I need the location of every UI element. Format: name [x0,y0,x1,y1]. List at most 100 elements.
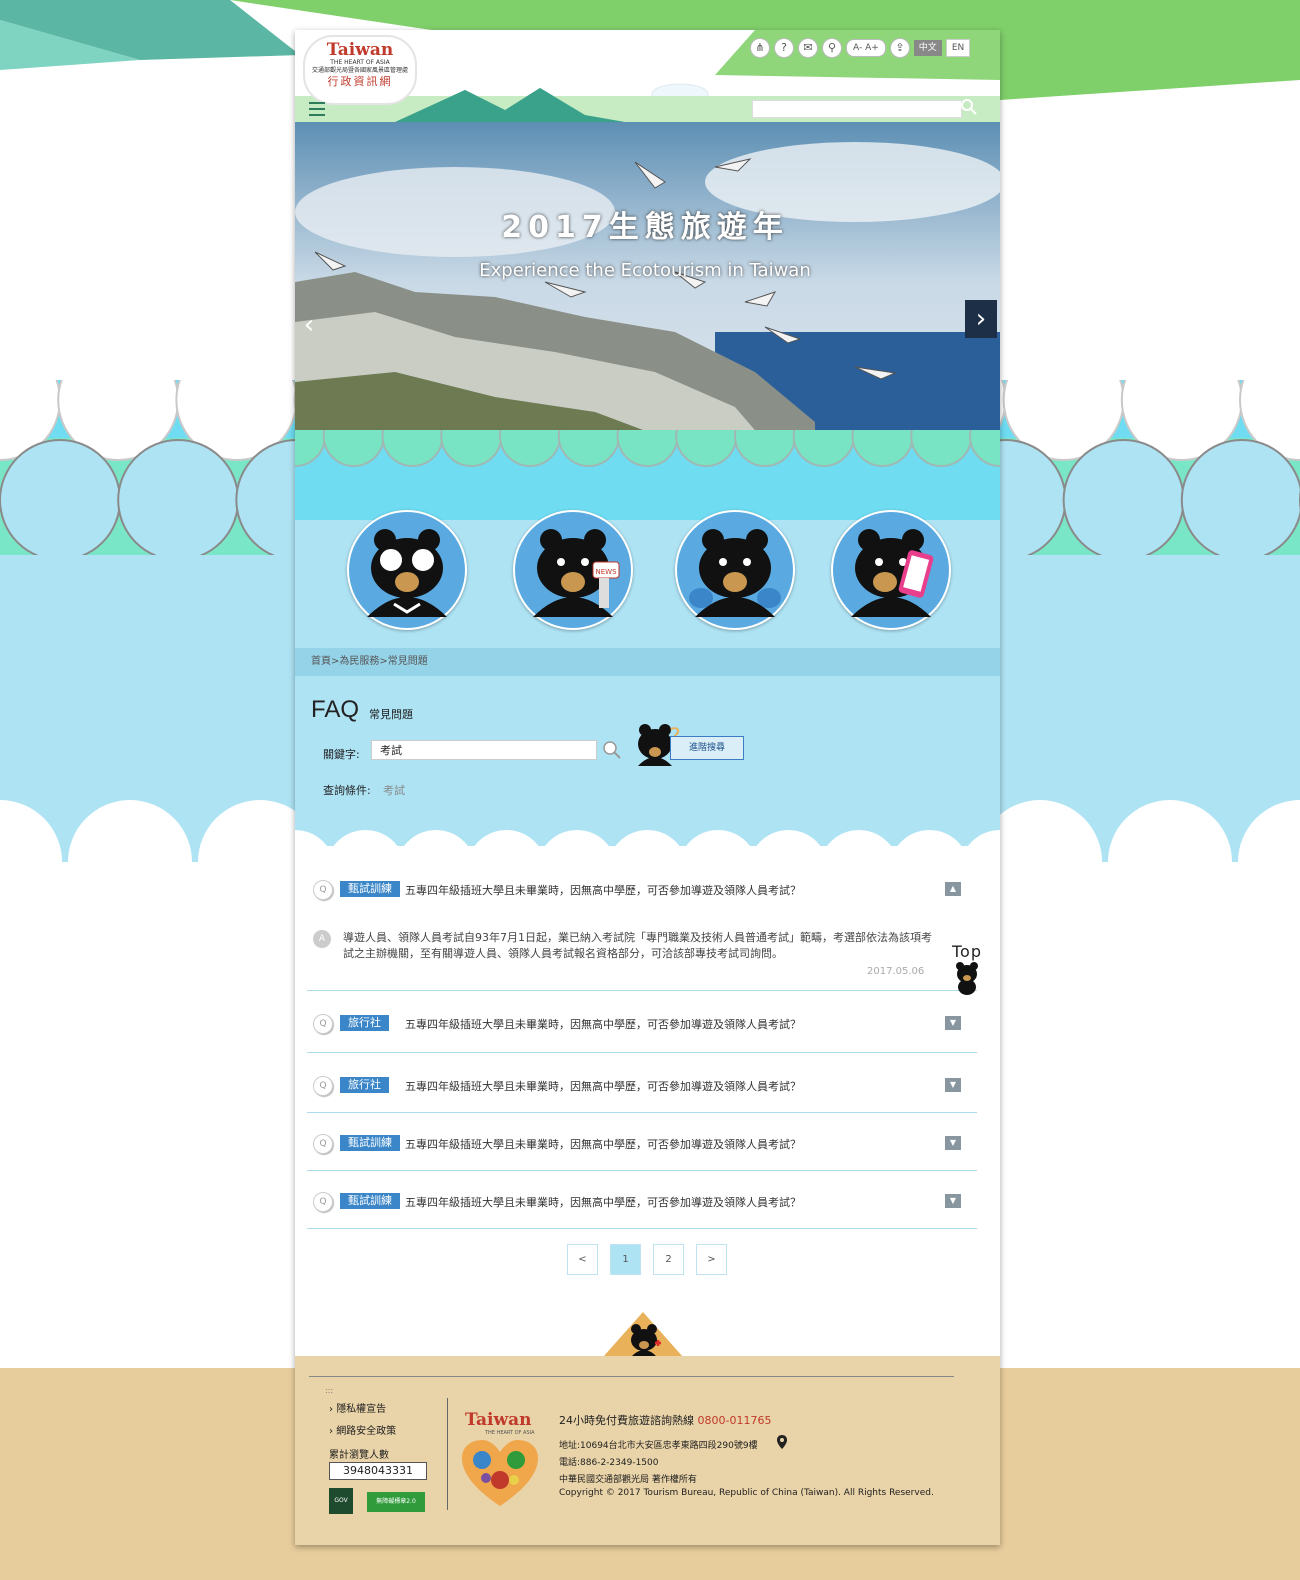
category-bears: NEWS [295,510,1000,640]
share-icon[interactable]: ⇪ [889,38,910,58]
site-logo[interactable]: Taiwan THE HEART OF ASIA 交通部觀光局暨各國家風景區管理… [303,35,417,105]
faq-answer: 導遊人員、領隊人員考試自93年7月1日起，業已納入考試院「專門職業及技術人員普通… [343,931,932,960]
bear-top-icon [956,962,978,995]
site-search-input[interactable] [752,100,962,118]
footer-dots-icon: ::: [325,1386,334,1395]
accessibility-badge[interactable]: 無障礙標章2.0 [367,1492,425,1512]
faq-item: Q 甄試訓練 五專四年級插班大學且未畢業時，因無高中學歷，可否參加導遊及領隊人員… [307,1170,977,1229]
bear-glasses-icon[interactable] [347,510,467,630]
keyword-input[interactable]: 考試 [371,740,597,760]
question-marker-icon: Q [313,1134,333,1154]
utility-toolbar: ⋔ ? ✉ ⚲ A- A+ ⇪ 中文 EN [750,38,971,58]
expand-icon[interactable]: ▼ [945,1194,961,1208]
lang-zh-button[interactable]: 中文 [913,40,942,56]
keyword-label: 關鍵字: [323,748,360,761]
hero-next-arrow-icon[interactable]: › [965,300,997,338]
svg-text:NEWS: NEWS [595,568,617,576]
page-subtitle: 常見問題 [369,708,413,721]
site-header: Taiwan THE HEART OF ASIA 交通部觀光局暨各國家風景區管理… [295,30,1000,122]
faq-category-tag[interactable]: 甄試訓練 [340,881,400,897]
address: 地址:10694台北市大安區忠孝東路四段290號9樓 [559,1441,758,1451]
logo-site-name: 行政資訊網 [327,75,393,88]
faq-category-tag[interactable]: 甄試訓練 [340,1193,400,1209]
pagination: < 1 2 > [567,1244,727,1275]
faq-date: 2017.05.06 [867,966,925,977]
logo-brand: Taiwan [326,40,394,60]
security-policy-link[interactable]: › 網路安全政策 [329,1422,396,1437]
question-marker-icon: Q [313,880,333,900]
privacy-link-label: 隱私權宣告 [336,1404,387,1415]
footer-vertical-divider [447,1398,448,1510]
faq-category-tag[interactable]: 甄試訓練 [340,1135,400,1151]
map-pin-icon[interactable] [777,1435,787,1449]
phone: 電話:886-2-2349-1500 [559,1458,659,1468]
font-large-button[interactable]: A+ [865,43,879,53]
question-marker-icon: Q [313,1192,333,1212]
footer-logo: Taiwan [465,1410,532,1430]
page-button[interactable]: 1 [610,1244,641,1275]
breadcrumb: 首頁>為民服務>常見問題 [295,648,1000,676]
advanced-search-button[interactable]: 進階搜尋 [670,736,744,760]
search-icon[interactable] [960,98,978,116]
faq-question[interactable]: 五專四年級插班大學且未畢業時，因無高中學歷，可否參加導遊及領隊人員考試？ [405,1016,801,1032]
page-container: Taiwan THE HEART OF ASIA 交通部觀光局暨各國家風景區管理… [295,30,1000,1545]
question-marker-icon: Q [313,1076,333,1096]
faq-question[interactable]: 五專四年級插班大學且未畢業時，因無高中學歷，可否參加導遊及領隊人員考試？ [405,1136,801,1152]
expand-icon[interactable]: ▼ [945,1016,961,1030]
answer-marker-icon: A [313,930,331,948]
hotline-number[interactable]: 0800-011765 [698,1414,772,1427]
privacy-link[interactable]: › 隱私權宣告 [329,1400,386,1415]
mail-icon[interactable]: ✉ [798,38,818,58]
hotline: 24小時免付費旅遊諮詢熱線 0800-011765 [559,1412,771,1428]
next-page-button[interactable]: > [696,1244,727,1275]
bear-news-icon[interactable]: NEWS [513,510,633,630]
top-label: Top [952,942,982,961]
faq-item: Q 甄試訓練 五專四年級插班大學且未畢業時，因無高中學歷，可否參加導遊及領隊人員… [307,1112,977,1171]
expand-icon[interactable]: ▼ [945,1136,961,1150]
page-title: FAQ [311,696,360,723]
faq-item: Q 旅行社 五專四年級插班大學且未畢業時，因無高中學歷，可否參加導遊及領隊人員考… [307,1052,977,1113]
back-to-top-button[interactable]: Top [950,942,984,1002]
collapse-icon[interactable]: ▲ [945,882,961,896]
bear-phone-icon[interactable] [831,510,951,630]
gov-badge[interactable]: GOV [329,1488,353,1514]
security-link-label: 網路安全政策 [336,1426,397,1437]
site-footer: ::: › 隱私權宣告 › 網路安全政策 累計瀏覽人數 3948043331 G… [295,1356,1000,1545]
faq-question[interactable]: 五專四年級插班大學且未畢業時，因無高中學歷，可否參加導遊及領隊人員考試？ [405,1078,801,1094]
visitor-count: 3948043331 [329,1462,427,1480]
hotline-label: 24小時免付費旅遊諮詢熱線 [559,1414,694,1427]
condition-value: 考試 [383,784,405,797]
page-button[interactable]: 2 [653,1244,684,1275]
inner-cloud-decoration [295,830,1000,870]
prev-page-button[interactable]: < [567,1244,598,1275]
help-icon[interactable]: ? [774,38,794,58]
faq-item: Q 甄試訓練 五專四年級插班大學且未畢業時，因無高中學歷，可否參加導遊及領隊人員… [307,868,977,991]
footer-divider [309,1376,954,1377]
lang-en-button[interactable]: EN [945,39,971,57]
faq-category-tag[interactable]: 旅行社 [340,1015,389,1031]
copyright-en: Copyright © 2017 Tourism Bureau, Republi… [559,1488,934,1498]
faq-item: Q 旅行社 五專四年級插班大學且未畢業時，因無高中學歷，可否參加導遊及領隊人員考… [307,990,977,1053]
hero-banner: 2017生態旅遊年 Experience the Ecotourism in T… [295,122,1000,442]
sitemap-icon[interactable]: ⋔ [750,38,770,58]
hero-prev-arrow-icon[interactable]: ‹ [299,307,319,343]
hero-image [295,122,1000,442]
bear-wave-icon[interactable] [675,510,795,630]
bear-plus-icon[interactable] [628,1323,662,1357]
hero-title: 2017生態旅遊年 [501,210,789,245]
faq-category-tag[interactable]: 旅行社 [340,1077,389,1093]
font-small-button[interactable]: A- [853,43,862,53]
copyright-zh: 中華民國交通部觀光局 著作權所有 [559,1475,697,1485]
faq-question[interactable]: 五專四年級插班大學且未畢業時，因無高中學歷，可否參加導遊及領隊人員考試？ [405,882,801,898]
font-size-control: A- A+ [846,39,886,57]
logo-org: 交通部觀光局暨各國家風景區管理處 [311,67,408,74]
visitor-count-label: 累計瀏覽人數 [329,1450,389,1461]
hamburger-menu-icon[interactable] [309,102,325,116]
zoom-icon[interactable]: ⚲ [822,38,842,58]
keyword-search-icon[interactable] [602,740,622,760]
question-marker-icon: Q [313,1014,333,1034]
footer-logo-tagline: THE HEART OF ASIA [485,1430,535,1436]
expand-icon[interactable]: ▼ [945,1078,961,1092]
condition-label: 查詢條件: [323,784,371,797]
faq-question[interactable]: 五專四年級插班大學且未畢業時，因無高中學歷，可否參加導遊及領隊人員考試？ [405,1194,801,1210]
